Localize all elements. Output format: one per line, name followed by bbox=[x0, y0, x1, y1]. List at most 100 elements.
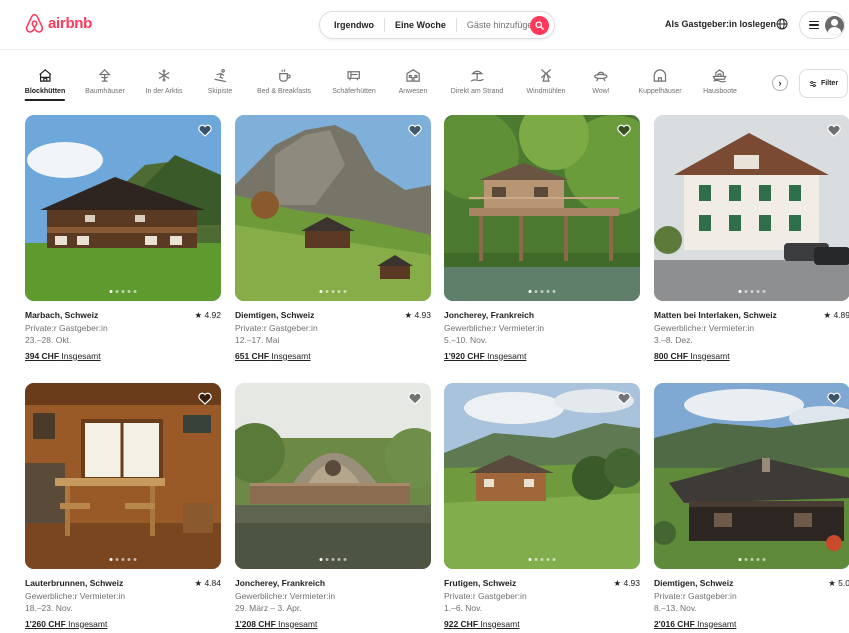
carousel-dots bbox=[528, 290, 556, 293]
listing-host-type: Gewerbliche:r Vermieter:in bbox=[654, 322, 755, 333]
listing-image bbox=[444, 383, 640, 569]
listing-price[interactable]: 651 CHF Insgesamt bbox=[235, 350, 431, 363]
listing-card[interactable]: Frutigen, Schweiz ★ 4.93 Private:r Gastg… bbox=[444, 383, 640, 630]
listing-host-type: Private:r Gastgeber:in bbox=[235, 322, 318, 333]
carousel-dots bbox=[109, 290, 137, 293]
listing-rating: ★ 4.93 bbox=[613, 578, 640, 588]
price-amount: 1'920 CHF bbox=[444, 350, 485, 361]
carousel-dots bbox=[738, 558, 766, 561]
carousel-dots bbox=[319, 558, 347, 561]
listing-price[interactable]: 800 CHF Insgesamt bbox=[654, 350, 849, 363]
listing-photo[interactable] bbox=[235, 383, 431, 569]
listing-host-type: Private:r Gastgeber:in bbox=[654, 590, 737, 601]
listing-price[interactable]: 1'208 CHF Insgesamt bbox=[235, 618, 431, 631]
listing-host-type: Gewerbliche:r Vermieter:in bbox=[444, 322, 545, 333]
listing-card[interactable]: Joncherey, Frankreich Gewerbliche:r Verm… bbox=[444, 115, 640, 362]
listing-info: Marbach, Schweiz ★ 4.92 Private:r Gastge… bbox=[25, 309, 221, 362]
price-amount: 2'016 CHF bbox=[654, 618, 695, 629]
listing-info: Diemtigen, Schweiz ★ 5.0 Private:r Gastg… bbox=[654, 577, 849, 630]
listing-card[interactable]: Lauterbrunnen, Schweiz ★ 4.84 Gewerblich… bbox=[25, 383, 221, 630]
listing-image bbox=[444, 115, 640, 301]
heart-icon[interactable] bbox=[408, 124, 422, 137]
price-suffix: Insgesamt bbox=[480, 618, 520, 629]
listing-price[interactable]: 922 CHF Insgesamt bbox=[444, 618, 640, 631]
heart-icon[interactable] bbox=[617, 392, 631, 405]
listing-dates: 8.–13. Nov. bbox=[654, 603, 697, 613]
carousel-dots bbox=[738, 290, 766, 293]
listing-dates: 18.–23. Nov. bbox=[25, 603, 73, 613]
listing-rating: ★ 4.93 bbox=[404, 310, 431, 320]
listing-location: Marbach, Schweiz bbox=[25, 310, 99, 320]
listing-photo[interactable] bbox=[25, 383, 221, 569]
listing-card[interactable]: Diemtigen, Schweiz ★ 4.93 Private:r Gast… bbox=[235, 115, 431, 362]
price-amount: 1'260 CHF bbox=[25, 618, 66, 629]
listing-host-type: Gewerbliche:r Vermieter:in bbox=[25, 590, 126, 601]
listing-rating: ★ 5.0 bbox=[828, 578, 849, 588]
price-suffix: Insgesamt bbox=[271, 350, 311, 361]
listing-location: Joncherey, Frankreich bbox=[444, 310, 535, 320]
listing-card[interactable]: Marbach, Schweiz ★ 4.92 Private:r Gastge… bbox=[25, 115, 221, 362]
price-suffix: Insgesamt bbox=[278, 618, 318, 629]
listing-rating: ★ 4.84 bbox=[194, 578, 221, 588]
listing-host-type: Private:r Gastgeber:in bbox=[25, 322, 108, 333]
listing-photo[interactable] bbox=[444, 115, 640, 301]
listing-location: Frutigen, Schweiz bbox=[444, 578, 517, 588]
listing-location: Diemtigen, Schweiz bbox=[235, 310, 315, 320]
heart-icon[interactable] bbox=[617, 124, 631, 137]
price-suffix: Insgesamt bbox=[690, 350, 730, 361]
listing-host-type: Gewerbliche:r Vermieter:in bbox=[235, 590, 336, 601]
price-amount: 800 CHF bbox=[654, 350, 689, 361]
price-amount: 651 CHF bbox=[235, 350, 270, 361]
listing-photo[interactable] bbox=[444, 383, 640, 569]
listing-image bbox=[235, 383, 431, 569]
listing-host-type: Private:r Gastgeber:in bbox=[444, 590, 527, 601]
listing-image bbox=[25, 383, 221, 569]
listing-grid: Marbach, Schweiz ★ 4.92 Private:r Gastge… bbox=[0, 0, 849, 633]
listing-image bbox=[654, 383, 849, 569]
listing-info: Matten bei Interlaken, Schweiz ★ 4.89 Ge… bbox=[654, 309, 849, 362]
price-amount: 394 CHF bbox=[25, 350, 60, 361]
listing-rating: ★ 4.92 bbox=[194, 310, 221, 320]
listing-dates: 3.–8. Dez. bbox=[654, 335, 693, 345]
listing-price[interactable]: 2'016 CHF Insgesamt bbox=[654, 618, 849, 631]
heart-icon[interactable] bbox=[198, 124, 212, 137]
listing-card[interactable]: Matten bei Interlaken, Schweiz ★ 4.89 Ge… bbox=[654, 115, 849, 362]
price-suffix: Insgesamt bbox=[697, 618, 737, 629]
listing-price[interactable]: 394 CHF Insgesamt bbox=[25, 350, 221, 363]
listing-price[interactable]: 1'920 CHF Insgesamt bbox=[444, 350, 640, 363]
price-amount: 922 CHF bbox=[444, 618, 479, 629]
listing-rating: ★ 4.89 bbox=[823, 310, 849, 320]
listing-info: Joncherey, Frankreich Gewerbliche:r Verm… bbox=[235, 577, 431, 630]
listing-info: Joncherey, Frankreich Gewerbliche:r Verm… bbox=[444, 309, 640, 362]
listing-dates: 29. März – 3. Apr. bbox=[235, 603, 302, 613]
heart-icon[interactable] bbox=[827, 124, 841, 137]
listing-photo[interactable] bbox=[654, 383, 849, 569]
price-suffix: Insgesamt bbox=[487, 350, 527, 361]
listing-dates: 12.–17. Mai bbox=[235, 335, 280, 345]
carousel-dots bbox=[319, 290, 347, 293]
heart-icon[interactable] bbox=[198, 392, 212, 405]
listing-price[interactable]: 1'260 CHF Insgesamt bbox=[25, 618, 221, 631]
listing-photo[interactable] bbox=[235, 115, 431, 301]
listing-dates: 1.–6. Nov. bbox=[444, 603, 483, 613]
heart-icon[interactable] bbox=[408, 392, 422, 405]
listing-info: Lauterbrunnen, Schweiz ★ 4.84 Gewerblich… bbox=[25, 577, 221, 630]
listing-location: Joncherey, Frankreich bbox=[235, 578, 326, 588]
heart-icon[interactable] bbox=[827, 392, 841, 405]
listing-photo[interactable] bbox=[654, 115, 849, 301]
listing-info: Diemtigen, Schweiz ★ 4.93 Private:r Gast… bbox=[235, 309, 431, 362]
listing-card[interactable]: Diemtigen, Schweiz ★ 5.0 Private:r Gastg… bbox=[654, 383, 849, 630]
listing-dates: 5.–10. Nov. bbox=[444, 335, 487, 345]
price-suffix: Insgesamt bbox=[68, 618, 108, 629]
listing-card[interactable]: Joncherey, Frankreich Gewerbliche:r Verm… bbox=[235, 383, 431, 630]
price-suffix: Insgesamt bbox=[61, 350, 101, 361]
listing-location: Lauterbrunnen, Schweiz bbox=[25, 578, 124, 588]
listing-image bbox=[25, 115, 221, 301]
listing-image bbox=[235, 115, 431, 301]
listing-info: Frutigen, Schweiz ★ 4.93 Private:r Gastg… bbox=[444, 577, 640, 630]
listing-image bbox=[654, 115, 849, 301]
listing-photo[interactable] bbox=[25, 115, 221, 301]
carousel-dots bbox=[109, 558, 137, 561]
listing-dates: 23.–28. Okt. bbox=[25, 335, 72, 345]
listing-location: Matten bei Interlaken, Schweiz bbox=[654, 310, 777, 320]
